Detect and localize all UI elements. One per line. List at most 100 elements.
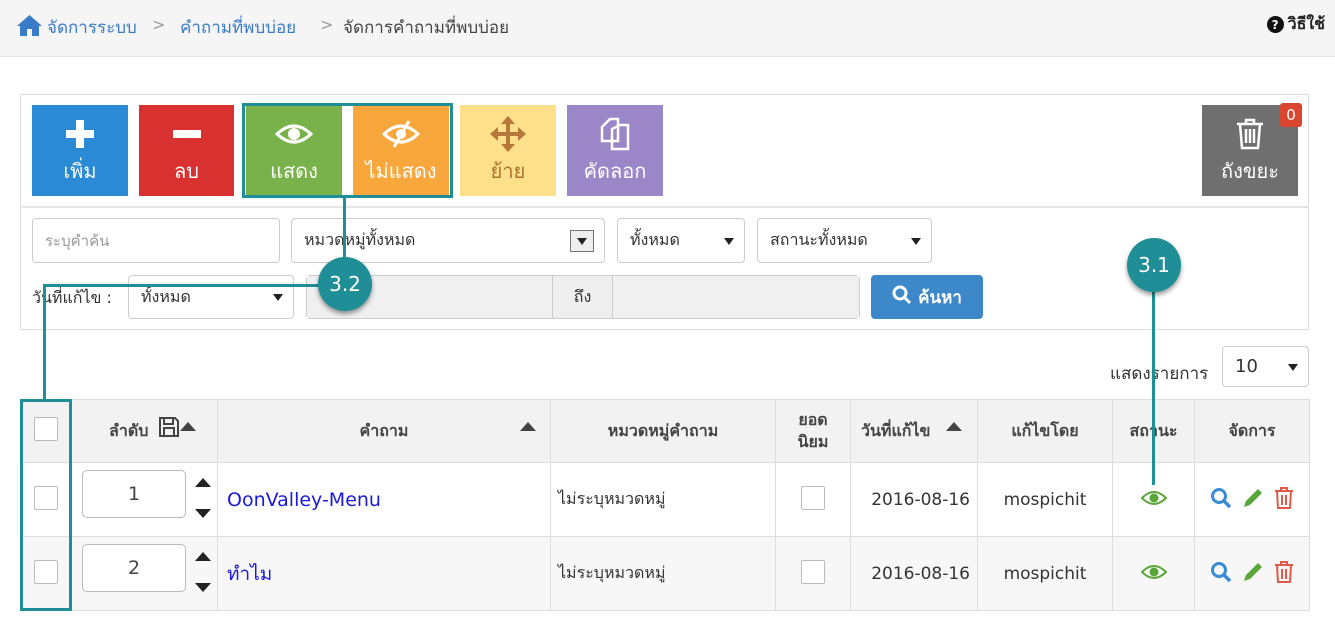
- order-header[interactable]: ลำดับ: [71, 399, 218, 463]
- move-up-icon[interactable]: [195, 552, 211, 561]
- search-input[interactable]: ระบุคำค้น: [32, 218, 280, 263]
- add-button[interactable]: เพิ่ม: [32, 105, 128, 196]
- sort-asc-icon: [520, 422, 536, 431]
- minus-icon: [139, 117, 234, 151]
- modified-by-header[interactable]: แก้ไขโดย: [977, 399, 1113, 463]
- popular-checkbox[interactable]: [801, 559, 825, 584]
- table-row: 1 OonValley-Menu ไม่ระบุหมวดหมู่ 2016-08…: [20, 462, 1310, 537]
- move-label: ย้าย: [490, 159, 526, 183]
- delete-label: ลบ: [174, 159, 199, 183]
- category-select[interactable]: หมวดหมู่ทั้งหมด: [291, 218, 605, 263]
- eye-icon[interactable]: [1140, 490, 1167, 511]
- category-header-label: หมวดหมู่คำถาม: [607, 420, 719, 440]
- move-arrows-icon: [460, 116, 556, 152]
- manage-cell: [1194, 462, 1310, 537]
- callout-3-2: 3.2: [318, 257, 372, 311]
- sort-asc-icon: [946, 422, 962, 431]
- question-header-label: คำถาม: [359, 420, 409, 440]
- callout-line: [43, 284, 333, 287]
- search-button-label: ค้นหา: [918, 287, 962, 308]
- trash-count-badge: 0: [1280, 103, 1302, 127]
- checkbox-column-highlight: [20, 399, 72, 611]
- popular-header-line2: นิยม: [797, 432, 829, 451]
- delete-icon[interactable]: [1274, 560, 1294, 587]
- page-size-label: แสดงรายการ: [1110, 364, 1209, 384]
- delete-button[interactable]: ลบ: [139, 105, 234, 196]
- breadcrumb-current: จัดการคำถามที่พบบ่อย: [343, 18, 510, 38]
- chevron-down-icon: [724, 237, 734, 245]
- question-cell: ทำไม: [217, 536, 551, 611]
- breadcrumb: จัดการระบบ > คำถามที่พบบ่อย > จัดการคำถา…: [0, 0, 1335, 57]
- move-down-icon[interactable]: [195, 583, 211, 592]
- delete-icon[interactable]: [1274, 486, 1294, 513]
- breadcrumb-separator: >: [320, 15, 334, 34]
- copy-button[interactable]: คัดลอก: [567, 105, 663, 196]
- home-icon[interactable]: [16, 13, 43, 41]
- order-input[interactable]: 2: [82, 544, 186, 592]
- category-cell: ไม่ระบุหมวดหมู่: [550, 462, 776, 537]
- modified-header-label: วันที่แก้ไข: [861, 420, 931, 440]
- popular-checkbox[interactable]: [801, 485, 825, 510]
- dropdown-icon: [570, 230, 594, 252]
- manage-header-label: จัดการ: [1228, 420, 1276, 440]
- breadcrumb-faq[interactable]: คำถามที่พบบ่อย: [180, 14, 296, 41]
- modified-by-header-label: แก้ไขโดย: [1011, 420, 1079, 440]
- question-cell: OonValley-Menu: [217, 462, 551, 537]
- trash-label: ถังขยะ: [1220, 159, 1279, 183]
- popular-header[interactable]: ยอด นิยม: [775, 399, 851, 463]
- move-button[interactable]: ย้าย: [460, 105, 556, 196]
- modified-header[interactable]: วันที่แก้ไข: [850, 399, 978, 463]
- popular-cell: [775, 462, 851, 537]
- callout-3-1: 3.1: [1127, 238, 1181, 292]
- type-select[interactable]: ทั้งหมด: [617, 218, 745, 263]
- modified-by-cell: mospichit: [977, 536, 1113, 611]
- view-icon[interactable]: [1210, 487, 1237, 513]
- breadcrumb-separator: >: [152, 15, 166, 34]
- popular-cell: [775, 536, 851, 611]
- callout-line: [343, 196, 346, 266]
- category-cell: ไม่ระบุหมวดหมู่: [550, 536, 776, 611]
- status-select[interactable]: สถานะทั้งหมด: [757, 218, 932, 263]
- order-cell: 1: [71, 462, 218, 537]
- question-header[interactable]: คำถาม: [217, 399, 551, 463]
- category-header[interactable]: หมวดหมู่คำถาม: [550, 399, 776, 463]
- chevron-down-icon: [273, 294, 283, 301]
- status-cell: [1112, 536, 1195, 611]
- chevron-down-icon: [1288, 363, 1298, 371]
- toolbar-divider: [20, 206, 1309, 208]
- search-icon: [892, 285, 912, 310]
- sort-asc-icon[interactable]: [180, 422, 196, 431]
- question-link[interactable]: OonValley-Menu: [227, 489, 381, 511]
- question-link[interactable]: ทำไม: [227, 563, 272, 585]
- table-row: 2 ทำไม ไม่ระบุหมวดหมู่ 2016-08-16 mospic…: [20, 536, 1310, 611]
- manage-cell: [1194, 536, 1310, 611]
- search-placeholder: ระบุคำค้น: [45, 231, 110, 250]
- modified-by-cell: mospichit: [977, 462, 1113, 537]
- breadcrumb-home[interactable]: จัดการระบบ: [47, 14, 137, 41]
- help-label: วิธีใช้: [1287, 14, 1325, 33]
- view-icon[interactable]: [1210, 561, 1237, 587]
- show-hide-highlight: [242, 103, 453, 198]
- date-range-select[interactable]: ทั้งหมด: [128, 275, 294, 319]
- modified-cell: 2016-08-16: [850, 462, 978, 537]
- add-label: เพิ่ม: [63, 159, 97, 183]
- callout-line: [1152, 280, 1155, 485]
- edit-icon[interactable]: [1242, 488, 1269, 513]
- popular-header-line1: ยอด: [798, 410, 828, 429]
- move-up-icon[interactable]: [195, 478, 211, 487]
- order-header-label: ลำดับ: [109, 420, 149, 440]
- date-to-input[interactable]: [613, 276, 859, 318]
- date-range-value: ทั้งหมด: [141, 286, 191, 306]
- move-down-icon[interactable]: [195, 509, 211, 518]
- order-input[interactable]: 1: [82, 470, 186, 518]
- edit-icon[interactable]: [1242, 562, 1269, 587]
- search-button[interactable]: ค้นหา: [871, 275, 983, 319]
- eye-icon[interactable]: [1140, 564, 1167, 585]
- page-size-select[interactable]: 10: [1222, 346, 1309, 387]
- help-link[interactable]: ? วิธีใช้: [1266, 12, 1325, 37]
- copy-icon: [567, 117, 663, 151]
- plus-icon: [32, 117, 128, 151]
- status-value: สถานะทั้งหมด: [770, 230, 868, 249]
- save-icon[interactable]: [158, 416, 180, 442]
- date-range-group: ถึง: [306, 275, 860, 319]
